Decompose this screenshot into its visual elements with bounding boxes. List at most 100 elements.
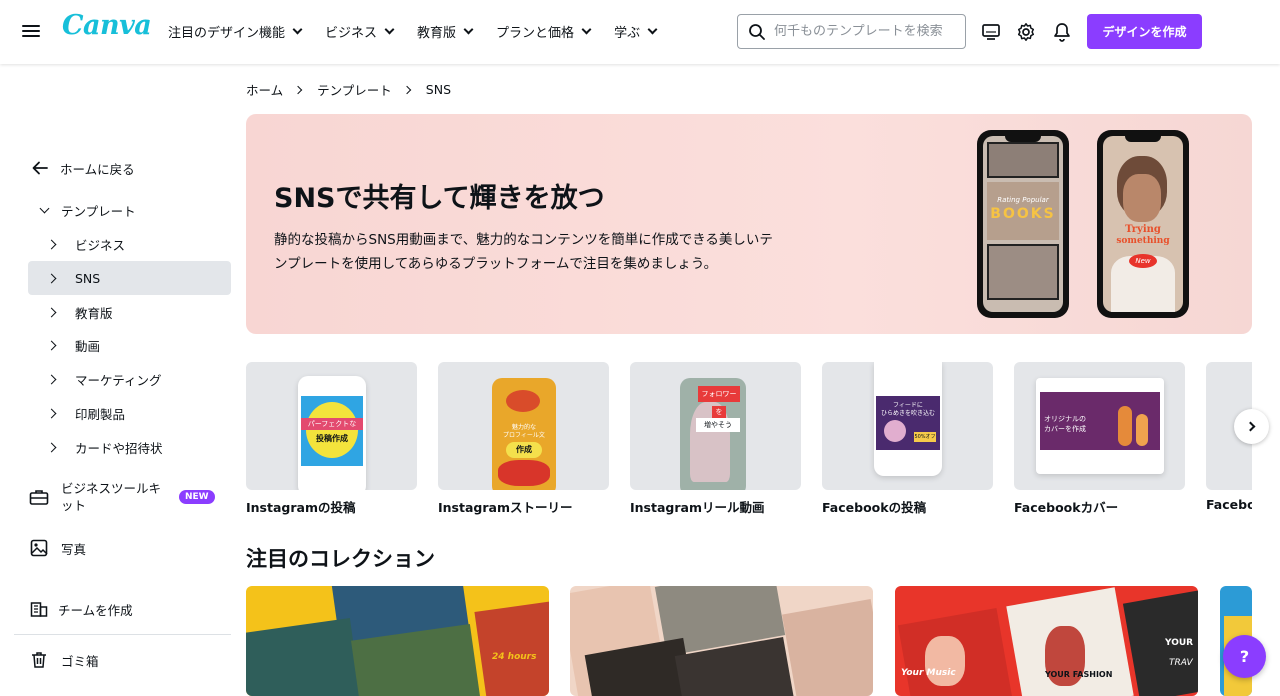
collection-card[interactable] bbox=[570, 586, 873, 696]
sidebar-item-video[interactable]: 動画 bbox=[28, 328, 231, 362]
nav-business[interactable]: ビジネス bbox=[325, 22, 395, 41]
chevron-right-icon bbox=[46, 273, 57, 283]
chevron-right-icon bbox=[293, 85, 303, 94]
category-thumbnail: フィードに ひらめきを吹き込む 50%オフ bbox=[822, 362, 993, 490]
sidebar-photos[interactable]: 写真 bbox=[28, 531, 231, 565]
collections-title: 注目のコレクション bbox=[246, 547, 435, 571]
new-badge: NEW bbox=[179, 490, 215, 504]
chevron-right-icon bbox=[46, 374, 57, 384]
sidebar-team[interactable]: チームを作成 bbox=[28, 592, 231, 626]
phone-caption: New bbox=[1129, 254, 1157, 268]
arrow-left-icon bbox=[32, 161, 48, 175]
sidebar-business-kit[interactable]: ビジネスツールキット NEW bbox=[28, 478, 231, 516]
breadcrumb: ホーム テンプレート SNS bbox=[246, 80, 451, 99]
chevron-right-icon bbox=[46, 307, 57, 317]
sidebar-templates-label: テンプレート bbox=[61, 203, 136, 219]
thumb-text: フォロワー bbox=[698, 386, 740, 402]
breadcrumb-templates[interactable]: テンプレート bbox=[317, 80, 392, 99]
collection-text: TRAV bbox=[1169, 658, 1193, 668]
chevron-right-icon bbox=[46, 408, 57, 418]
category-thumbnail: パーフェクトな 投稿作成 bbox=[246, 362, 417, 490]
search-input[interactable] bbox=[774, 24, 954, 39]
thumb-text: 50%オフ bbox=[914, 432, 936, 442]
phone-caption: BOOKS bbox=[990, 206, 1056, 222]
chevron-right-icon bbox=[46, 239, 57, 249]
sidebar-trash[interactable]: ゴミ箱 bbox=[28, 643, 231, 677]
briefcase-icon bbox=[29, 490, 49, 505]
collection-card[interactable]: 24 hours bbox=[246, 586, 549, 696]
chevron-down-icon bbox=[292, 24, 303, 35]
carousel-next-button[interactable] bbox=[1234, 409, 1269, 444]
category-label: Instagramリール動画 bbox=[630, 500, 765, 515]
hero-title: SNSで共有して輝きを放つ bbox=[274, 183, 605, 214]
business-kit-label: ビジネスツールキット bbox=[61, 481, 162, 513]
category-carousel: パーフェクトな 投稿作成 Instagramの投稿 魅力的な プロフィール文 作… bbox=[246, 362, 1252, 522]
category-thumbnail: フォロワー を 増やそう bbox=[630, 362, 801, 490]
nav-learn[interactable]: 学ぶ bbox=[614, 22, 658, 41]
phone-caption: Trying bbox=[1125, 224, 1161, 235]
sidebar-item-label: カードや招待状 bbox=[75, 440, 163, 456]
category-facebook-cover[interactable]: オリジナルの カバーを作成 Facebookカバー bbox=[1014, 362, 1185, 516]
thumb-text: を bbox=[712, 406, 726, 418]
phone-caption: something bbox=[1116, 236, 1170, 246]
category-thumbnail: 魅力的な プロフィール文 作成 bbox=[438, 362, 609, 490]
thumb-text: オリジナルの bbox=[1044, 415, 1086, 423]
thumb-text: 増やそう bbox=[696, 418, 740, 432]
category-facebook-post[interactable]: フィードに ひらめきを吹き込む 50%オフ Facebookの投稿 bbox=[822, 362, 993, 516]
canva-logo[interactable]: Canva bbox=[62, 10, 152, 41]
sidebar-item-cards[interactable]: カードや招待状 bbox=[28, 430, 231, 464]
category-instagram-story[interactable]: 魅力的な プロフィール文 作成 Instagramストーリー bbox=[438, 362, 609, 516]
team-label: チームを作成 bbox=[58, 602, 133, 618]
sidebar-item-label: マーケティング bbox=[75, 372, 162, 388]
create-design-button[interactable]: デザインを作成 bbox=[1087, 14, 1202, 49]
sidebar: ホームに戻る テンプレート ビジネス SNS 教育版 動画 マーケティング 印刷… bbox=[0, 64, 240, 692]
desktop-icon[interactable] bbox=[979, 20, 1003, 44]
category-label: Facebook bbox=[1206, 497, 1252, 512]
nav-label: 教育版 bbox=[417, 26, 457, 41]
category-instagram-post[interactable]: パーフェクトな 投稿作成 Instagramの投稿 bbox=[246, 362, 417, 516]
sidebar-item-education[interactable]: 教育版 bbox=[28, 295, 231, 329]
nav-label: プランと価格 bbox=[496, 26, 575, 41]
top-bar: Canva 注目のデザイン機能 ビジネス 教育版 プランと価格 学ぶ デザインを… bbox=[0, 0, 1280, 64]
nav-label: ビジネス bbox=[325, 26, 378, 41]
gear-icon[interactable] bbox=[1014, 20, 1038, 44]
nav-pricing[interactable]: プランと価格 bbox=[496, 22, 592, 41]
photos-label: 写真 bbox=[61, 541, 87, 557]
hero-banner: SNSで共有して輝きを放つ 静的な投稿からSNS用動画まで、魅力的なコンテンツを… bbox=[246, 114, 1252, 334]
collection-text: 24 hours bbox=[492, 652, 537, 662]
category-instagram-reel[interactable]: フォロワー を 増やそう Instagramリール動画 bbox=[630, 362, 801, 516]
hero-phone-image: Rating Popular BOOKS bbox=[977, 130, 1069, 318]
chevron-down-icon bbox=[647, 24, 658, 35]
sidebar-item-business[interactable]: ビジネス bbox=[28, 227, 231, 261]
nav-featured[interactable]: 注目のデザイン機能 bbox=[168, 22, 303, 41]
collection-text: Your Music bbox=[901, 668, 956, 678]
trash-label: ゴミ箱 bbox=[61, 653, 99, 669]
search-box[interactable] bbox=[737, 14, 966, 49]
menu-icon[interactable] bbox=[22, 22, 40, 40]
sidebar-item-print[interactable]: 印刷製品 bbox=[28, 396, 231, 430]
bell-icon[interactable] bbox=[1050, 20, 1074, 44]
thumb-text: ひらめきを吹き込む bbox=[880, 410, 935, 417]
collection-text: YOUR FASHION bbox=[1045, 670, 1113, 679]
sidebar-templates[interactable]: テンプレート bbox=[28, 193, 231, 227]
nav-education[interactable]: 教育版 bbox=[417, 22, 474, 41]
trash-icon bbox=[32, 652, 46, 668]
thumb-text: 作成 bbox=[506, 442, 542, 458]
thumb-text: 投稿作成 bbox=[316, 434, 348, 443]
team-icon bbox=[30, 602, 48, 617]
back-home-link[interactable]: ホームに戻る bbox=[28, 151, 231, 185]
photo-icon bbox=[30, 539, 48, 557]
breadcrumb-home[interactable]: ホーム bbox=[246, 80, 283, 99]
sidebar-item-sns[interactable]: SNS bbox=[28, 261, 231, 295]
collection-card[interactable]: Your Music YOUR FASHION YOUR TRAV bbox=[895, 586, 1198, 696]
sidebar-divider bbox=[14, 634, 231, 635]
nav-label: 学ぶ bbox=[614, 26, 641, 41]
chevron-right-icon bbox=[46, 442, 57, 452]
back-home-label: ホームに戻る bbox=[60, 161, 135, 177]
help-button[interactable]: ? bbox=[1223, 635, 1266, 678]
thumb-text: カバーを作成 bbox=[1044, 425, 1086, 433]
sidebar-item-marketing[interactable]: マーケティング bbox=[28, 362, 231, 396]
chevron-right-icon bbox=[46, 340, 57, 350]
phone-caption: Rating Popular bbox=[997, 196, 1049, 204]
chevron-down-icon bbox=[463, 24, 474, 35]
